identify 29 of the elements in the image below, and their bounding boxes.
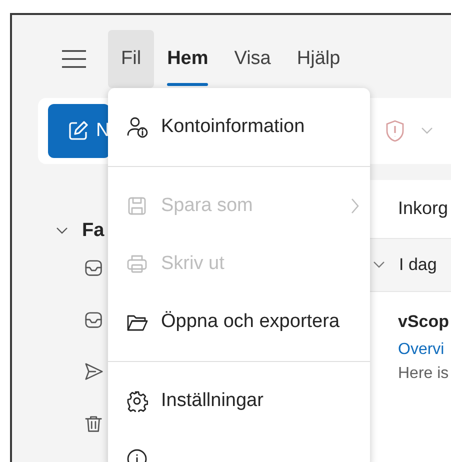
chevron-right-icon [350,197,360,215]
chevron-down-icon [373,261,385,269]
menu-tab[interactable]: Visa [221,30,284,88]
menu-item[interactable]: Inställningar [108,372,370,430]
menu-tab[interactable]: Hjälp [284,30,354,88]
compose-icon [68,121,88,141]
menu-tab[interactable]: Hem [154,30,222,88]
account-icon [126,116,148,138]
menu-item[interactable]: Öppna och exportera [108,293,370,351]
printer-icon [126,253,148,275]
menu-item[interactable]: Kontoinformation [108,98,370,156]
settings-icon [126,390,148,412]
inbox-icon [84,310,105,330]
message-preview: Here is [398,365,450,383]
date-group-header[interactable]: I dag [370,238,451,292]
shield-icon[interactable] [385,119,405,143]
folder-title: Inkorg [397,198,450,220]
chevron-down-icon [421,127,433,135]
send-icon [84,362,105,382]
inbox-icon [84,258,105,278]
menu-icon[interactable] [60,49,88,69]
new-mail-button[interactable]: N [48,104,110,158]
save-icon [126,195,148,217]
menu-tab[interactable]: Fil [108,30,154,88]
chevron-down-icon [56,227,68,235]
message-subject: Overvi [398,341,446,359]
sender-name: vScop [398,312,450,332]
trash-icon [84,414,105,434]
folder-section-label[interactable]: Fa [82,220,104,242]
